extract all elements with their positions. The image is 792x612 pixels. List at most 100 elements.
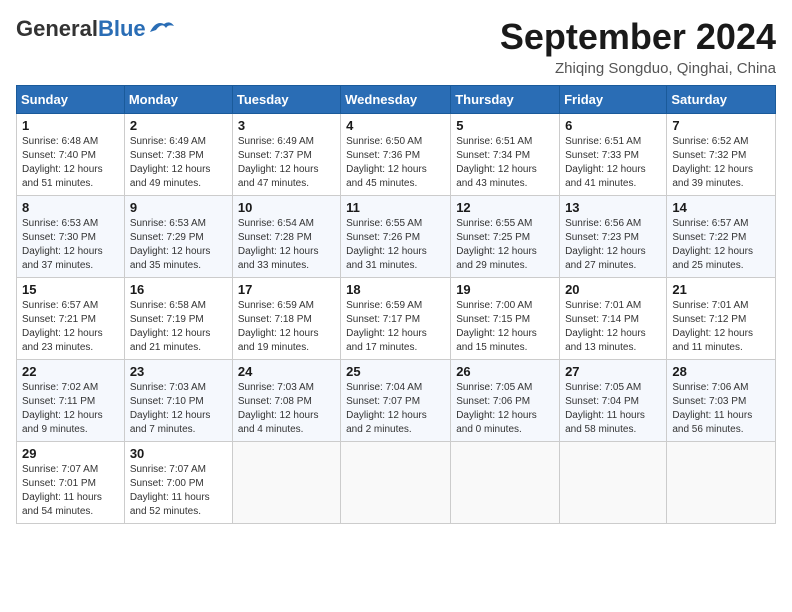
day-info: Sunrise: 7:00 AMSunset: 7:15 PMDaylight:…	[456, 299, 554, 355]
day-number: 21	[672, 282, 770, 297]
calendar-cell: 11 Sunrise: 6:55 AMSunset: 7:26 PMDayligh…	[341, 196, 451, 278]
day-info: Sunrise: 6:52 AMSunset: 7:32 PMDaylight:…	[672, 135, 770, 191]
day-number: 18	[346, 282, 445, 297]
day-number: 26	[456, 364, 554, 379]
day-info: Sunrise: 7:04 AMSunset: 7:07 PMDaylight:…	[346, 381, 445, 437]
calendar-cell: 9 Sunrise: 6:53 AMSunset: 7:29 PMDaylight…	[124, 196, 232, 278]
day-number: 13	[565, 200, 661, 215]
day-info: Sunrise: 6:50 AMSunset: 7:36 PMDaylight:…	[346, 135, 445, 191]
day-info: Sunrise: 7:05 AMSunset: 7:04 PMDaylight:…	[565, 381, 661, 437]
weekday-header-wednesday: Wednesday	[341, 86, 451, 114]
day-info: Sunrise: 6:53 AMSunset: 7:29 PMDaylight:…	[130, 217, 227, 273]
weekday-header-sunday: Sunday	[17, 86, 125, 114]
day-number: 19	[456, 282, 554, 297]
day-number: 3	[238, 118, 335, 133]
day-info: Sunrise: 7:01 AMSunset: 7:14 PMDaylight:…	[565, 299, 661, 355]
day-number: 20	[565, 282, 661, 297]
calendar-cell	[667, 442, 776, 524]
day-info: Sunrise: 6:54 AMSunset: 7:28 PMDaylight:…	[238, 217, 335, 273]
day-number: 29	[22, 446, 119, 461]
calendar-cell: 17Sunrise: 6:59 AMSunset: 7:18 PMDayligh…	[232, 278, 340, 360]
day-number: 7	[672, 118, 770, 133]
day-number: 16	[130, 282, 227, 297]
day-number: 23	[130, 364, 227, 379]
logo-blue: Blue	[98, 16, 146, 41]
day-number: 8	[22, 200, 119, 215]
calendar-cell: 15 Sunrise: 6:57 AMSunset: 7:21 PMDayligh…	[17, 278, 125, 360]
logo: GeneralBlue	[16, 16, 176, 42]
weekday-header-thursday: Thursday	[451, 86, 560, 114]
day-number: 1	[22, 118, 119, 133]
day-number: 28	[672, 364, 770, 379]
day-info: Sunrise: 7:07 AMSunset: 7:00 PMDaylight:…	[130, 463, 227, 519]
day-number: 12	[456, 200, 554, 215]
calendar-cell: 28 Sunrise: 7:06 AMSunset: 7:03 PMDayligh…	[667, 360, 776, 442]
calendar-cell: 19 Sunrise: 7:00 AMSunset: 7:15 PMDayligh…	[451, 278, 560, 360]
day-info: Sunrise: 7:05 AMSunset: 7:06 PMDaylight:…	[456, 381, 554, 437]
day-number: 17	[238, 282, 335, 297]
calendar-cell: 13 Sunrise: 6:56 AMSunset: 7:23 PMDayligh…	[560, 196, 667, 278]
title-block: September 2024 Zhiqing Songduo, Qinghai,…	[500, 16, 776, 77]
day-info: Sunrise: 6:59 AMSunset: 7:17 PMDaylight:…	[346, 299, 445, 355]
calendar-cell: 30 Sunrise: 7:07 AMSunset: 7:00 PMDayligh…	[124, 442, 232, 524]
day-number: 15	[22, 282, 119, 297]
calendar-cell: 16 Sunrise: 6:58 AMSunset: 7:19 PMDayligh…	[124, 278, 232, 360]
weekday-header-friday: Friday	[560, 86, 667, 114]
day-number: 24	[238, 364, 335, 379]
day-info: Sunrise: 6:51 AMSunset: 7:33 PMDaylight:…	[565, 135, 661, 191]
day-info: Sunrise: 6:53 AMSunset: 7:30 PMDaylight:…	[22, 217, 119, 273]
calendar-cell: 18 Sunrise: 6:59 AMSunset: 7:17 PMDayligh…	[341, 278, 451, 360]
day-number: 27	[565, 364, 661, 379]
calendar-cell: 21 Sunrise: 7:01 AMSunset: 7:12 PMDayligh…	[667, 278, 776, 360]
calendar-cell: 3 Sunrise: 6:49 AMSunset: 7:37 PMDaylight…	[232, 114, 340, 196]
day-info: Sunrise: 6:49 AMSunset: 7:37 PMDaylight:…	[238, 135, 335, 191]
calendar-cell	[560, 442, 667, 524]
calendar-cell: 27 Sunrise: 7:05 AMSunset: 7:04 PMDayligh…	[560, 360, 667, 442]
day-number: 6	[565, 118, 661, 133]
day-number: 4	[346, 118, 445, 133]
calendar-cell: 7 Sunrise: 6:52 AMSunset: 7:32 PMDaylight…	[667, 114, 776, 196]
logo-general: General	[16, 16, 98, 41]
day-number: 14	[672, 200, 770, 215]
calendar-cell: 25Sunrise: 7:04 AMSunset: 7:07 PMDayligh…	[341, 360, 451, 442]
calendar-cell: 14 Sunrise: 6:57 AMSunset: 7:22 PMDayligh…	[667, 196, 776, 278]
day-number: 2	[130, 118, 227, 133]
calendar-cell: 29 Sunrise: 7:07 AMSunset: 7:01 PMDayligh…	[17, 442, 125, 524]
day-info: Sunrise: 7:07 AMSunset: 7:01 PMDaylight:…	[22, 463, 119, 519]
calendar-cell	[341, 442, 451, 524]
day-number: 5	[456, 118, 554, 133]
day-number: 22	[22, 364, 119, 379]
day-info: Sunrise: 6:58 AMSunset: 7:19 PMDaylight:…	[130, 299, 227, 355]
day-number: 9	[130, 200, 227, 215]
calendar-cell: 5 Sunrise: 6:51 AMSunset: 7:34 PMDaylight…	[451, 114, 560, 196]
month-title: September 2024	[500, 16, 776, 58]
day-info: Sunrise: 6:51 AMSunset: 7:34 PMDaylight:…	[456, 135, 554, 191]
day-info: Sunrise: 6:49 AMSunset: 7:38 PMDaylight:…	[130, 135, 227, 191]
location: Zhiqing Songduo, Qinghai, China	[500, 60, 776, 77]
day-info: Sunrise: 6:57 AMSunset: 7:21 PMDaylight:…	[22, 299, 119, 355]
weekday-header-tuesday: Tuesday	[232, 86, 340, 114]
day-info: Sunrise: 6:55 AMSunset: 7:26 PMDaylight:…	[346, 217, 445, 273]
calendar-cell	[451, 442, 560, 524]
logo-bird-icon	[148, 18, 176, 38]
day-number: 30	[130, 446, 227, 461]
day-info: Sunrise: 7:06 AMSunset: 7:03 PMDaylight:…	[672, 381, 770, 437]
calendar-cell: 24Sunrise: 7:03 AMSunset: 7:08 PMDayligh…	[232, 360, 340, 442]
day-info: Sunrise: 6:55 AMSunset: 7:25 PMDaylight:…	[456, 217, 554, 273]
calendar-cell: 10Sunrise: 6:54 AMSunset: 7:28 PMDayligh…	[232, 196, 340, 278]
day-info: Sunrise: 7:01 AMSunset: 7:12 PMDaylight:…	[672, 299, 770, 355]
day-info: Sunrise: 6:48 AMSunset: 7:40 PMDaylight:…	[22, 135, 119, 191]
day-info: Sunrise: 6:57 AMSunset: 7:22 PMDaylight:…	[672, 217, 770, 273]
logo-text: GeneralBlue	[16, 16, 146, 42]
calendar-cell: 23 Sunrise: 7:03 AMSunset: 7:10 PMDayligh…	[124, 360, 232, 442]
day-info: Sunrise: 6:56 AMSunset: 7:23 PMDaylight:…	[565, 217, 661, 273]
calendar-cell: 4 Sunrise: 6:50 AMSunset: 7:36 PMDaylight…	[341, 114, 451, 196]
calendar-cell: 1 Sunrise: 6:48 AMSunset: 7:40 PMDaylight…	[17, 114, 125, 196]
calendar-cell: 22Sunrise: 7:02 AMSunset: 7:11 PMDayligh…	[17, 360, 125, 442]
day-number: 11	[346, 200, 445, 215]
day-info: Sunrise: 7:03 AMSunset: 7:10 PMDaylight:…	[130, 381, 227, 437]
calendar-cell	[232, 442, 340, 524]
calendar-cell: 20 Sunrise: 7:01 AMSunset: 7:14 PMDayligh…	[560, 278, 667, 360]
weekday-header-monday: Monday	[124, 86, 232, 114]
calendar-cell: 2 Sunrise: 6:49 AMSunset: 7:38 PMDaylight…	[124, 114, 232, 196]
